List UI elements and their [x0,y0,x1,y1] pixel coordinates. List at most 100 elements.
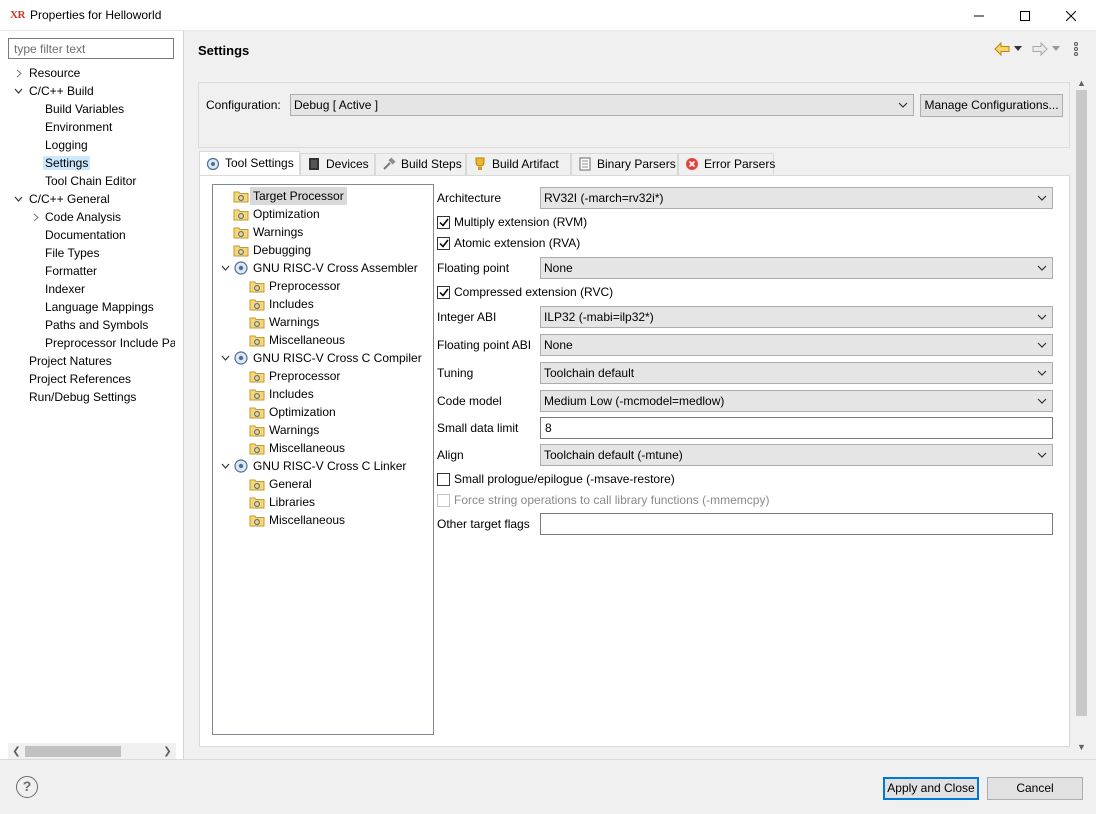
nav-item-indexer[interactable]: Indexer [45,280,85,298]
maximize-button[interactable] [1002,0,1048,31]
settings-folder-icon [233,224,249,240]
integer-abi-select[interactable]: ILP32 (-mabi=ilp32*) [540,306,1053,328]
tuning-select[interactable]: Toolchain default [540,362,1053,384]
nav-item-preprocessor-include[interactable]: Preprocessor Include Pat [45,334,175,352]
collapse-cc-general-chevron-icon[interactable] [13,190,23,208]
settings-folder-icon [249,296,265,312]
force-string-checkbox[interactable]: Force string operations to call library … [437,492,769,508]
nav-item-build-variables[interactable]: Build Variables [45,100,124,118]
tool-settings-icon [206,156,222,170]
filter-input[interactable] [8,38,174,59]
settings-folder-icon [249,386,265,402]
manage-configurations-button[interactable]: Manage Configurations... [920,94,1063,117]
integer-abi-value: ILP32 (-mabi=ilp32*) [544,310,654,324]
view-menu-button[interactable] [1074,41,1078,57]
tab-build-steps[interactable]: Build Steps [375,153,466,175]
nav-item-run-debug-settings[interactable]: Run/Debug Settings [29,388,136,406]
align-label: Align [437,448,464,462]
collapse-linker-chevron-icon[interactable] [220,457,230,475]
vertical-scrollbar-thumb[interactable] [1076,90,1087,716]
back-button[interactable] [994,41,1023,57]
nav-item-paths-and-symbols[interactable]: Paths and Symbols [45,316,148,334]
nav-item-cc-general[interactable]: C/C++ General [29,190,110,208]
window-title: Properties for Helloworld [30,8,162,22]
collapse-assembler-chevron-icon[interactable] [220,259,230,277]
tab-binary-parsers[interactable]: Binary Parsers [571,153,678,175]
help-icon[interactable]: ? [16,776,38,798]
tab-error-parsers[interactable]: Error Parsers [678,153,775,175]
chevron-down-icon [897,95,909,115]
scroll-up-arrow-icon[interactable]: ▲ [1073,76,1090,90]
scroll-down-arrow-icon[interactable]: ▼ [1073,740,1090,754]
nav-item-language-mappings[interactable]: Language Mappings [45,298,154,316]
chevron-down-icon [1036,258,1048,278]
small-data-limit-input[interactable]: 8 [540,417,1053,439]
floating-point-select[interactable]: None [540,257,1053,279]
scrollbar-thumb[interactable] [25,746,121,757]
nav-item-logging[interactable]: Logging [45,136,88,154]
chevron-down-icon [1036,391,1048,411]
title-bar: XR Properties for Helloworld [0,0,1096,31]
small-prologue-checkbox[interactable]: Small prologue/epilogue (-msave-restore) [437,471,675,487]
fp-abi-value: None [544,338,573,352]
code-model-select[interactable]: Medium Low (-mcmodel=medlow) [540,390,1053,412]
apply-and-close-button[interactable]: Apply and Close [883,777,979,800]
checkbox-box [437,472,450,486]
tool-tree: Target Processor Optimization Warnings D… [212,184,434,735]
floating-point-label: Floating point [437,261,510,275]
vertical-scrollbar[interactable]: ▲ ▼ [1073,76,1090,754]
align-select[interactable]: Toolchain default (-mtune) [540,444,1053,466]
nav-item-cc-build[interactable]: C/C++ Build [29,82,94,100]
nav-item-code-analysis[interactable]: Code Analysis [45,208,121,226]
tab-tool-settings[interactable]: Tool Settings [199,151,300,175]
fp-abi-select[interactable]: None [540,334,1053,356]
chevron-down-icon [1036,445,1048,465]
scroll-left-arrow-icon[interactable]: ❮ [8,743,25,760]
checkmark-icon [437,236,450,250]
settings-folder-icon [233,242,249,258]
other-target-flags-input[interactable] [540,513,1053,535]
cancel-button[interactable]: Cancel [987,777,1083,800]
checkmark-icon [437,215,450,229]
back-dropdown-icon [1014,46,1022,51]
nav-item-environment[interactable]: Environment [45,118,112,136]
tab-build-artifact[interactable]: Build Artifact [466,153,571,175]
expand-resource-chevron-icon[interactable] [14,64,24,82]
expand-code-analysis-chevron-icon[interactable] [31,208,41,226]
nav-item-documentation[interactable]: Documentation [45,226,126,244]
architecture-select[interactable]: RV32I (-march=rv32i*) [540,187,1053,209]
configuration-select[interactable]: Debug [ Active ] [290,94,914,116]
nav-item-tool-chain-editor[interactable]: Tool Chain Editor [45,172,136,190]
forward-button[interactable] [1032,41,1061,57]
close-button[interactable] [1048,0,1094,31]
settings-folder-icon [249,314,265,330]
app-icon: XR [10,9,25,21]
chip-icon [307,157,323,171]
multiply-extension-label: Multiply extension (RVM) [454,215,588,229]
atomic-extension-checkbox[interactable]: Atomic extension (RVA) [437,235,580,251]
maximize-icon [1020,10,1030,21]
scroll-right-arrow-icon[interactable]: ❯ [159,743,176,760]
other-target-flags-label: Other target flags [437,517,530,531]
collapse-c-compiler-chevron-icon[interactable] [220,349,230,367]
settings-folder-icon [233,206,249,222]
nav-item-project-references[interactable]: Project References [29,370,131,388]
tab-devices[interactable]: Devices [300,153,375,175]
nav-item-settings[interactable]: Settings [43,154,91,172]
settings-folder-icon [249,368,265,384]
horizontal-scrollbar[interactable]: ❮ ❯ [8,743,176,760]
settings-folder-icon [249,476,265,492]
settings-folder-icon [249,404,265,420]
collapse-cc-build-chevron-icon[interactable] [13,82,23,100]
tool-icon [233,350,249,366]
nav-item-formatter[interactable]: Formatter [45,262,97,280]
tuning-label: Tuning [437,366,474,380]
nav-item-project-natures[interactable]: Project Natures [29,352,112,370]
nav-item-file-types[interactable]: File Types [45,244,99,262]
architecture-label: Architecture [437,191,502,205]
multiply-extension-checkbox[interactable]: Multiply extension (RVM) [437,214,587,230]
compressed-extension-checkbox[interactable]: Compressed extension (RVC) [437,284,613,300]
nav-item-resource[interactable]: Resource [29,64,80,82]
minimize-button[interactable] [956,0,1002,31]
floating-point-value: None [544,261,573,275]
